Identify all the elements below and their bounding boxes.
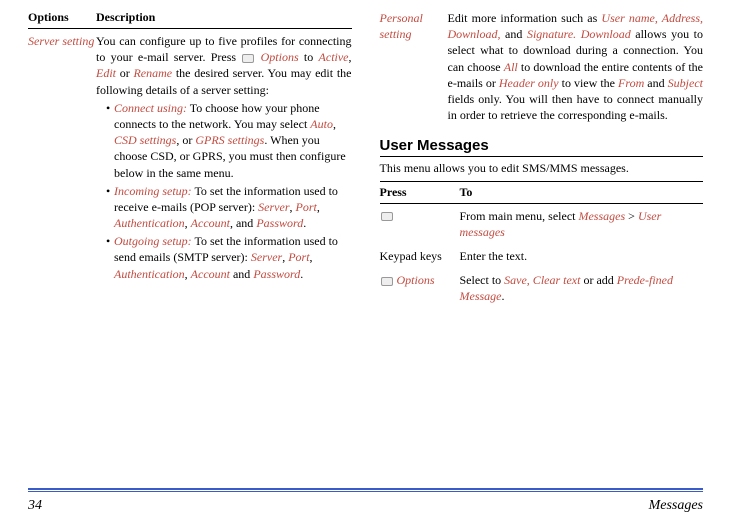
text: and — [501, 27, 527, 41]
user-messages-heading: User Messages — [380, 137, 704, 154]
rename-link: Rename — [133, 66, 172, 80]
edit-link: Edit — [96, 66, 116, 80]
header-only-link: Header only — [499, 76, 559, 90]
auth-link: Authentication — [114, 267, 185, 281]
gprs-link: GPRS settings — [195, 133, 264, 147]
server-link: Server — [251, 250, 282, 264]
footer-divider — [28, 488, 703, 492]
text: , — [333, 117, 336, 131]
server-setting-label: Server setting — [28, 33, 96, 49]
bullet-connect-using: Connect using: To choose how your phone … — [106, 100, 352, 181]
page-number: 34 — [28, 498, 42, 514]
text: and — [644, 76, 667, 90]
outgoing-setup-label: Outgoing setup: — [114, 234, 192, 248]
download-link-2: Download — [576, 27, 631, 41]
account-link: Account — [191, 267, 230, 281]
download-link: Download, — [448, 27, 501, 41]
keypad-keys-label: Keypad keys — [380, 248, 460, 264]
signature-link: Signature. — [527, 27, 576, 41]
text: or add — [580, 273, 616, 287]
press-table-header: Press To — [380, 181, 704, 204]
right-column: Personal setting Edit more information s… — [380, 10, 704, 480]
password-link: Password — [256, 216, 303, 230]
port-link: Port — [296, 200, 317, 214]
csd-link: CSD settings — [114, 133, 176, 147]
subject-link: Subject — [668, 76, 703, 90]
text: Select to — [460, 273, 505, 287]
softkey-icon — [242, 54, 254, 63]
address-link: Address, — [658, 11, 703, 25]
press-icon-cell — [380, 208, 460, 224]
text: Edit more information such as — [448, 11, 602, 25]
text: . — [300, 267, 303, 281]
personal-setting-label: Personal setting — [380, 10, 448, 42]
text: to — [299, 50, 319, 64]
bullet-incoming-setup: Incoming setup: To set the information u… — [106, 183, 352, 232]
personal-setting-row: Personal setting Edit more information s… — [380, 10, 704, 123]
header-description: Description — [96, 10, 352, 25]
password-link: Password — [253, 267, 300, 281]
user-messages-desc: This menu allows you to edit SMS/MMS mes… — [380, 156, 704, 180]
save-clear-link: Save, Clear text — [504, 273, 580, 287]
softkey-icon — [381, 212, 393, 221]
page-footer: 34 Messages — [28, 496, 703, 514]
text: to view the — [559, 76, 618, 90]
left-column: Options Description Server setting You c… — [28, 10, 352, 480]
header-to: To — [460, 185, 704, 200]
port-link: Port — [288, 250, 309, 264]
options-cell: Options — [380, 272, 460, 288]
text: , — [317, 200, 320, 214]
text: > — [625, 209, 638, 223]
server-link: Server — [258, 200, 289, 214]
server-setting-row: Server setting You can configure up to f… — [28, 29, 352, 284]
server-setting-bullets: Connect using: To choose how your phone … — [96, 100, 352, 282]
section-name: Messages — [649, 498, 703, 514]
username-link: User name, — [601, 11, 657, 25]
options-link: Options — [397, 273, 435, 287]
options-link: Options — [261, 50, 299, 64]
text: , — [349, 50, 352, 64]
options-table-header: Options Description — [28, 10, 352, 29]
bullet-outgoing-setup: Outgoing setup: To set the information u… — [106, 233, 352, 282]
auto-link: Auto — [310, 117, 333, 131]
press-row-1: From main menu, select Messages > User m… — [380, 204, 704, 244]
text: and — [230, 267, 253, 281]
press-desc-2: Enter the text. — [460, 248, 704, 264]
account-link: Account — [191, 216, 230, 230]
from-link: From — [618, 76, 644, 90]
header-press: Press — [380, 185, 460, 200]
connect-using-label: Connect using: — [114, 101, 187, 115]
softkey-icon — [381, 277, 393, 286]
press-row-2: Keypad keys Enter the text. — [380, 244, 704, 268]
incoming-setup-label: Incoming setup: — [114, 184, 192, 198]
text: From main menu, select — [460, 209, 579, 223]
all-link: All — [504, 60, 518, 74]
text: . — [303, 216, 306, 230]
press-row-3: Options Select to Save, Clear text or ad… — [380, 268, 704, 308]
text: , and — [230, 216, 256, 230]
text: , — [310, 250, 313, 264]
personal-setting-desc: Edit more information such as User name,… — [448, 10, 704, 123]
press-desc-3: Select to Save, Clear text or add Prede-… — [460, 272, 704, 304]
auth-link: Authentication — [114, 216, 185, 230]
messages-link: Messages — [578, 209, 625, 223]
text: . — [502, 289, 505, 303]
text: , or — [176, 133, 195, 147]
text: fields only. You will then have to conne… — [448, 92, 704, 122]
server-setting-desc: You can configure up to five profiles fo… — [96, 33, 352, 284]
text: or — [116, 66, 133, 80]
active-link: Active — [319, 50, 349, 64]
header-options: Options — [28, 10, 96, 25]
press-desc-1: From main menu, select Messages > User m… — [460, 208, 704, 240]
